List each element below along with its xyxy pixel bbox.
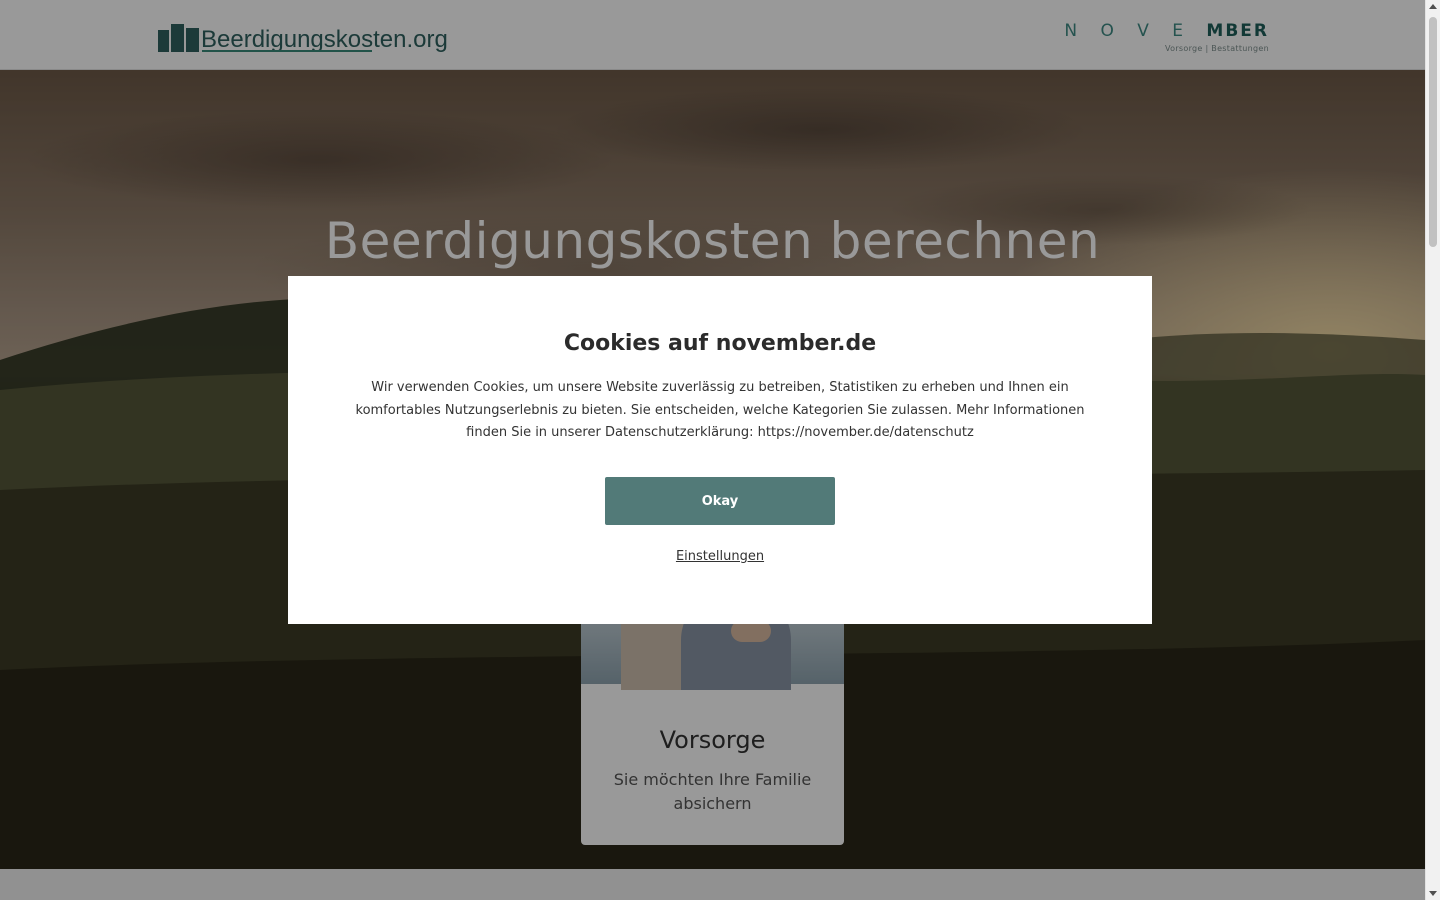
settings-link[interactable]: Einstellungen [288,549,1152,564]
cookie-modal-text: Wir verwenden Cookies, um unsere Website… [355,380,1085,440]
scroll-down-arrow-icon[interactable] [1429,891,1437,896]
scroll-up-arrow-icon[interactable] [1429,4,1437,9]
okay-button[interactable]: Okay [605,477,835,525]
cookie-modal-title: Cookies auf november.de [563,331,877,356]
page-scrollbar[interactable] [1425,0,1440,900]
cookie-consent-modal: Cookies auf november.de Wir verwenden Co… [288,276,1152,624]
scroll-thumb[interactable] [1429,17,1437,247]
